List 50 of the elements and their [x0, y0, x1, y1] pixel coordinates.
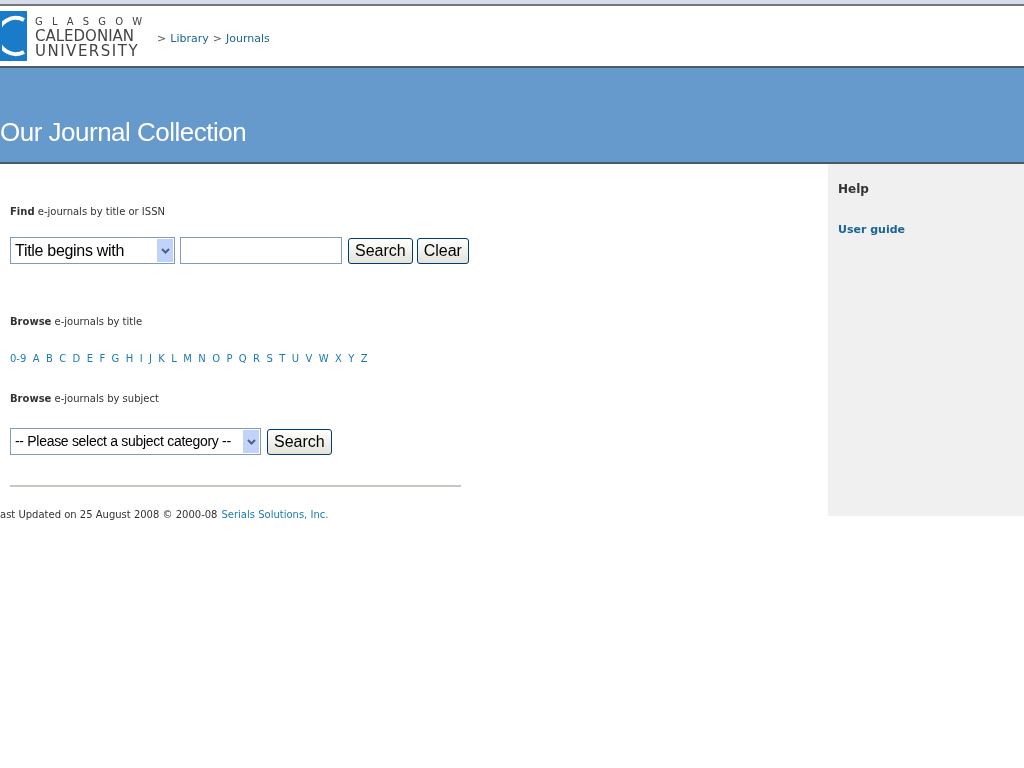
breadcrumb-link[interactable]: Journals [226, 30, 270, 48]
section-heading: Browse e-journals by title [10, 315, 144, 329]
letter-link[interactable]: T [279, 351, 286, 366]
letter-link[interactable]: E [86, 351, 94, 366]
letter-link[interactable]: I [139, 351, 143, 366]
letter-link[interactable]: X [334, 351, 342, 366]
subject-select[interactable]: -- Please select a subject category -- [10, 428, 261, 455]
letter-link[interactable]: Q [238, 351, 247, 366]
search-field[interactable] [180, 237, 342, 264]
letter-link[interactable]: V [305, 351, 313, 366]
letter-link[interactable]: G [111, 351, 120, 366]
letter-link[interactable]: D [72, 351, 81, 366]
letter-link[interactable]: B [45, 351, 53, 366]
section-heading: Find e-journals by title or ISSN [10, 205, 166, 219]
letter-link[interactable]: A [32, 351, 40, 366]
letter-link[interactable]: P [226, 351, 233, 366]
letter-link[interactable]: F [99, 351, 106, 366]
breadcrumb-separator: > [212, 30, 222, 47]
logo-text: UNIVERSITY [35, 43, 141, 59]
c-mark-icon [1, 14, 26, 58]
letter-link[interactable]: S [266, 351, 273, 366]
letter-link[interactable]: W [318, 351, 329, 366]
letter-link[interactable]: 0-9 [10, 351, 27, 366]
letter-link[interactable]: H [125, 351, 134, 366]
letter-link[interactable]: Z [360, 351, 368, 366]
letter-link[interactable]: Y [348, 351, 355, 366]
page-title: Our Journal Collection [0, 116, 247, 149]
breadcrumb-separator: > [157, 30, 167, 47]
logo-text: CALEDONIAN [35, 28, 135, 44]
user-guide-link[interactable]: User guide [838, 222, 1014, 239]
section-heading: Browse e-journals by subject [10, 392, 160, 406]
letter-link[interactable]: C [59, 351, 67, 366]
search-type-select[interactable]: Title begins with [10, 237, 175, 264]
university-logo[interactable]: G L A S G O W CALEDONIAN UNIVERSITY [0, 11, 146, 61]
footer-text: ast Updated on 25 August 2008 © 2000-08 [0, 508, 218, 522]
letter-link[interactable]: N [198, 351, 206, 366]
search-button[interactable]: Search [348, 237, 413, 264]
letter-link[interactable]: U [291, 351, 300, 366]
letter-link[interactable]: J [149, 351, 152, 366]
sidebar-title: Help [838, 181, 870, 198]
search-button[interactable]: Clear [416, 237, 469, 264]
search-button[interactable]: Search [267, 428, 332, 455]
letter-link[interactable]: O [212, 351, 221, 366]
breadcrumb-link[interactable]: Library [170, 30, 209, 48]
footer-link[interactable]: Serials Solutions, Inc. [221, 507, 329, 522]
logo-text: G L A S G O W [35, 14, 146, 29]
letter-link[interactable]: K [158, 351, 165, 366]
letter-link[interactable]: M [183, 351, 192, 366]
letter-link[interactable]: R [253, 351, 261, 366]
letter-link[interactable]: L [171, 351, 177, 366]
